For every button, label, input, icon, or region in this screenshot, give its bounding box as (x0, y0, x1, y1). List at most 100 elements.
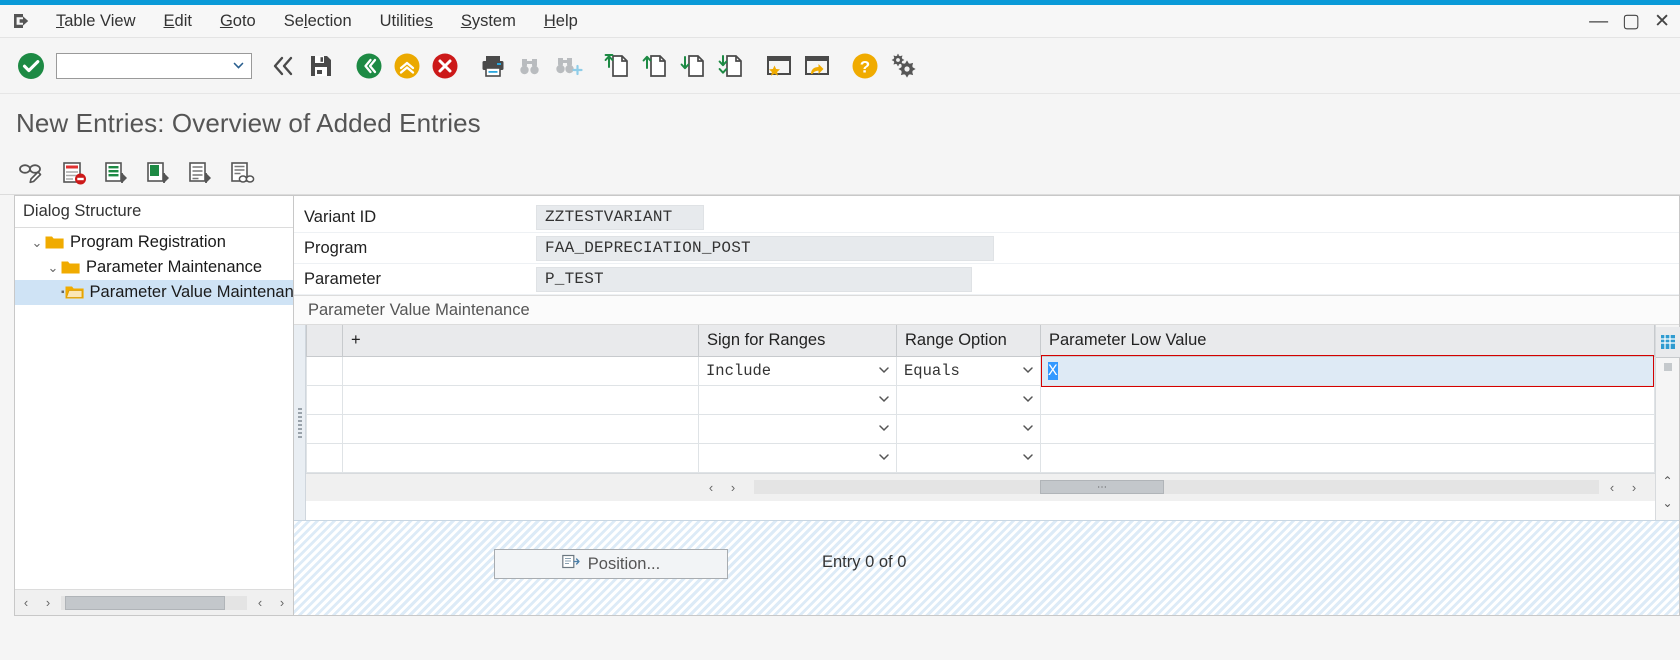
menu-system[interactable]: System (447, 9, 530, 34)
cell-sign-for-ranges[interactable]: Include (698, 355, 897, 386)
row-selector[interactable] (306, 442, 343, 473)
display-change-icon[interactable] (14, 156, 50, 190)
scroll-right-icon-2[interactable]: › (271, 595, 293, 610)
col-plus-header[interactable]: + (342, 325, 699, 357)
menu-help[interactable]: Help (530, 9, 592, 34)
select-all-icon[interactable] (98, 156, 134, 190)
first-page-icon[interactable] (598, 47, 636, 85)
col-sign-for-ranges-header[interactable]: Sign for Ranges (698, 325, 897, 357)
find-next-icon[interactable] (550, 47, 588, 85)
tree-node-parameter-value-maintenance[interactable]: ▪ Parameter Value Maintenan (15, 280, 293, 305)
parameter-field[interactable]: P_TEST (536, 266, 972, 292)
delete-row-icon[interactable] (56, 156, 92, 190)
create-shortcut-icon[interactable] (798, 47, 836, 85)
chevron-down-icon[interactable] (1022, 451, 1034, 466)
chevron-down-icon[interactable] (1022, 364, 1034, 379)
command-field[interactable] (56, 52, 252, 79)
grid-horizontal-scrollbar[interactable]: ‹ › ⋯ ‹ › (306, 472, 1655, 501)
customize-local-layout-icon[interactable] (884, 47, 922, 85)
menu-goto[interactable]: Goto (206, 9, 270, 34)
menu-edit[interactable]: Edit (150, 9, 206, 34)
tree-scroll-track[interactable] (61, 595, 247, 610)
cell-sign-for-ranges[interactable] (698, 413, 897, 444)
grid-scroll-up-icon[interactable]: ⌃ (1657, 470, 1679, 492)
deselect-all-icon[interactable] (182, 156, 218, 190)
cell-sign-for-ranges[interactable] (698, 442, 897, 473)
grid-resize-handle[interactable] (294, 325, 306, 520)
chevron-down-icon[interactable] (1022, 393, 1034, 408)
cell-plus[interactable] (342, 413, 699, 444)
cell-plus[interactable] (342, 355, 699, 386)
variant-id-field[interactable]: ZZTESTVARIANT (536, 204, 704, 230)
grid-vertical-scrollbar[interactable]: ⌃ ⌄ (1655, 325, 1680, 520)
table-row[interactable]: Include Equals X (306, 354, 1655, 387)
select-block-icon[interactable] (140, 156, 176, 190)
back-icon[interactable] (350, 47, 388, 85)
cell-plus[interactable] (342, 384, 699, 415)
enter-icon[interactable] (12, 47, 50, 85)
minimize-button[interactable]: — (1589, 12, 1608, 31)
tree-horizontal-scrollbar[interactable]: ‹ › ‹ › (15, 589, 293, 615)
row-selector[interactable] (306, 355, 343, 386)
scroll-left-icon[interactable]: ‹ (15, 595, 37, 610)
search-entries-icon[interactable] (224, 156, 260, 190)
menu-utilities[interactable]: Utilities (366, 9, 447, 34)
chevron-down-icon[interactable] (878, 364, 890, 379)
col-select-header[interactable] (306, 325, 343, 357)
table-row[interactable] (306, 384, 1655, 415)
grid-scroll-left-icon[interactable]: ‹ (700, 480, 722, 495)
chevron-down-icon[interactable]: ⌄ (45, 260, 61, 276)
cell-parameter-low-value[interactable] (1040, 442, 1655, 473)
col-parameter-low-value-header[interactable]: Parameter Low Value (1040, 325, 1655, 357)
exit-icon[interactable] (388, 47, 426, 85)
table-row[interactable] (306, 413, 1655, 444)
menu-table-view[interactable]: Table View (42, 9, 150, 34)
maximize-button[interactable]: ▢ (1622, 12, 1640, 31)
grid-scroll-thumb[interactable]: ⋯ (1040, 480, 1164, 494)
table-row[interactable] (306, 442, 1655, 473)
create-session-icon[interactable] (760, 47, 798, 85)
cell-range-option[interactable] (896, 413, 1041, 444)
cell-sign-for-ranges[interactable] (698, 384, 897, 415)
chevron-down-icon[interactable]: ⌄ (29, 235, 45, 251)
session-menu-icon[interactable] (8, 10, 36, 32)
save-icon[interactable] (302, 47, 340, 85)
chevron-down-icon[interactable] (878, 422, 890, 437)
next-page-icon[interactable] (674, 47, 712, 85)
program-field[interactable]: FAA_DEPRECIATION_POST (536, 235, 994, 261)
cell-parameter-low-value[interactable] (1040, 413, 1655, 444)
grid-scroll-left-icon-2[interactable]: ‹ (1601, 480, 1623, 495)
cell-range-option[interactable]: Equals (896, 355, 1041, 386)
cell-range-option[interactable] (896, 442, 1041, 473)
table-settings-icon[interactable] (1655, 327, 1680, 358)
col-range-option-header[interactable]: Range Option (896, 325, 1041, 357)
previous-page-icon[interactable] (636, 47, 674, 85)
menu-selection[interactable]: Selection (270, 9, 366, 34)
cell-plus[interactable] (342, 442, 699, 473)
print-icon[interactable] (474, 47, 512, 85)
back-double-chevron-icon[interactable] (264, 47, 302, 85)
row-selector[interactable] (306, 413, 343, 444)
find-icon[interactable] (512, 47, 550, 85)
row-selector[interactable] (306, 384, 343, 415)
chevron-down-icon[interactable] (878, 393, 890, 408)
tree-scroll-thumb[interactable] (65, 595, 225, 610)
chevron-down-icon[interactable] (1022, 422, 1034, 437)
grid-scroll-right-icon-2[interactable]: › (1623, 480, 1645, 495)
scroll-left-icon-2[interactable]: ‹ (249, 595, 271, 610)
chevron-down-icon[interactable] (878, 451, 890, 466)
close-button[interactable]: ✕ (1654, 12, 1670, 31)
last-page-icon[interactable] (712, 47, 750, 85)
command-input[interactable] (57, 53, 251, 78)
grid-scroll-right-icon[interactable]: › (722, 480, 744, 495)
position-button[interactable]: Position... (494, 549, 728, 579)
grid-scroll-down-icon[interactable]: ⌄ (1657, 492, 1679, 514)
cancel-icon[interactable] (426, 47, 464, 85)
cell-parameter-low-value[interactable]: X (1040, 354, 1655, 387)
tree-node-program-registration[interactable]: ⌄ Program Registration (15, 230, 293, 255)
tree-node-parameter-maintenance[interactable]: ⌄ Parameter Maintenance (15, 255, 293, 280)
scroll-right-icon[interactable]: › (37, 595, 59, 610)
help-icon[interactable]: ? (846, 47, 884, 85)
grid-scroll-first-icon[interactable] (1657, 358, 1679, 376)
cell-range-option[interactable] (896, 384, 1041, 415)
